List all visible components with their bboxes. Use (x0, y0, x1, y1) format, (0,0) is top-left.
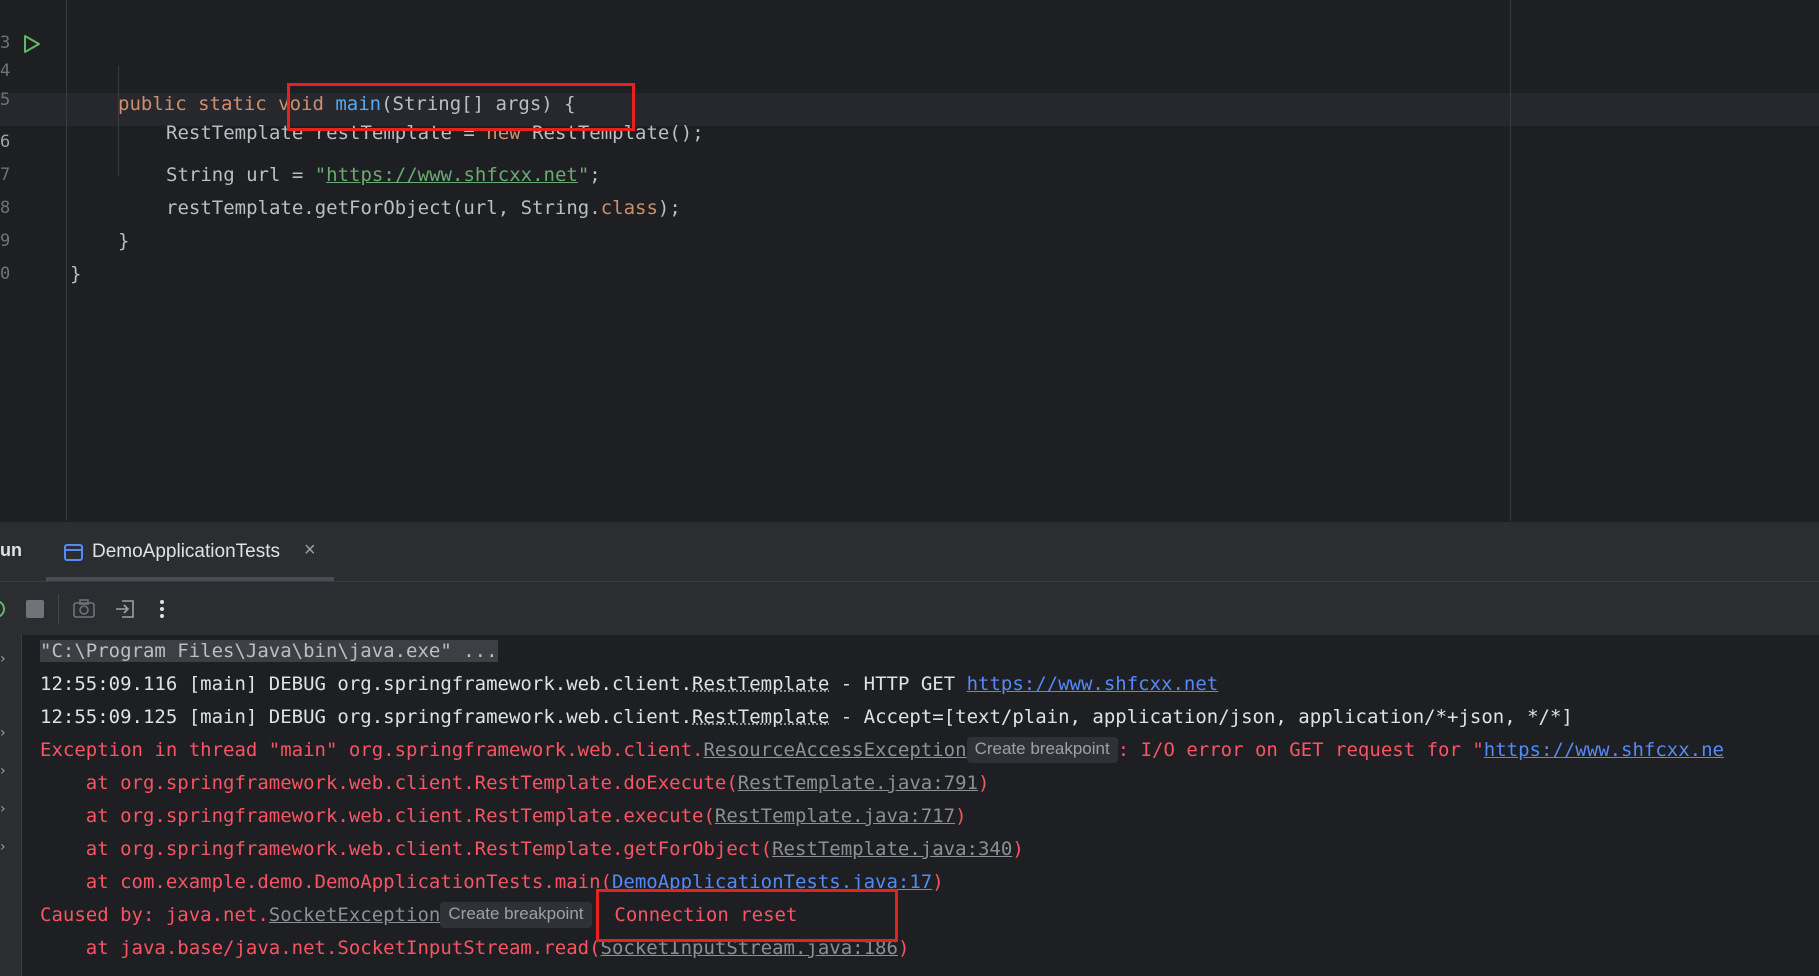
code-line: 6 String url = "https://www.shfcxx.net"; (0, 93, 1819, 186)
log-text: 12:55:09.125 [main] DEBUG org.springfram… (40, 706, 693, 728)
run-tool-window-header: un DemoApplicationTests × (0, 521, 1819, 581)
run-config-icon (64, 544, 83, 561)
stack-frame: at org.springframework.web.client.RestTe… (40, 800, 967, 833)
stack-frame: at java.base/java.net.SocketInputStream.… (40, 932, 910, 965)
code-line: 7 restTemplate.getForObject(url, String.… (0, 126, 1819, 219)
scroll-to-end-icon[interactable]: › (0, 763, 8, 779)
log-text: - HTTP GET (829, 673, 967, 695)
java-command: "C:\Program Files\Java\bin\java.exe" ... (40, 640, 498, 662)
rerun-icon[interactable] (0, 597, 8, 621)
exit-icon[interactable] (113, 597, 137, 621)
code-line: 9 } (0, 192, 1819, 285)
code-line: 5 RestTemplate restTemplate = new RestTe… (0, 51, 1819, 144)
clear-icon[interactable]: › (0, 839, 8, 855)
create-breakpoint-button[interactable]: Create breakpoint (966, 737, 1118, 763)
exception-class-link[interactable]: ResourceAccessException (703, 739, 966, 761)
error-text: ) (955, 805, 967, 827)
source-location-link[interactable]: RestTemplate.java:717 (715, 805, 955, 827)
stop-icon[interactable] (25, 597, 45, 621)
error-text: at com.example.demo.DemoApplicationTests… (40, 871, 612, 893)
error-text: at org.springframework.web.client.RestTe… (40, 838, 773, 860)
source-location-link[interactable]: DemoApplicationTests.java:17 (612, 871, 932, 893)
log-text: 12:55:09.116 [main] DEBUG org.springfram… (40, 673, 693, 695)
error-text: ) (897, 937, 910, 959)
stack-frame: at com.example.demo.DemoApplicationTests… (40, 866, 944, 899)
source-location-link[interactable]: RestTemplate.java:791 (738, 772, 978, 794)
url-link[interactable]: https://www.shfcxx.ne (1484, 739, 1724, 761)
camera-icon[interactable] (72, 597, 96, 621)
scroll-up-icon[interactable]: › (0, 651, 8, 667)
close-icon[interactable]: × (304, 539, 316, 562)
url-link[interactable]: https://www.shfcxx.net (967, 673, 1219, 695)
console-line-command: "C:\Program Files\Java\bin\java.exe" ... (40, 635, 498, 668)
error-text: at java.base/java.net.SocketInputStream.… (40, 937, 601, 959)
class-reference[interactable]: RestTemplate (692, 673, 829, 695)
tab-label: DemoApplicationTests (92, 541, 280, 562)
exception-class-link[interactable]: SocketException (269, 904, 441, 926)
console-side-toolbar: › › › › › (0, 635, 22, 976)
source-location-link[interactable]: RestTemplate.java:340 (772, 838, 1012, 860)
toolbar-separator (58, 594, 59, 624)
log-text: - Accept=[text/plain, application/json, … (829, 706, 1573, 728)
stack-frame: at org.springframework.web.client.RestTe… (40, 833, 1024, 866)
stack-frame: at org.springframework.web.client.RestTe… (40, 767, 990, 800)
class-reference[interactable]: RestTemplate (692, 706, 829, 728)
code-line: 8 } (0, 159, 1819, 252)
create-breakpoint-button[interactable]: Create breakpoint (440, 902, 592, 928)
more-options-icon[interactable] (154, 597, 170, 621)
console-line-caused-by: Caused by: java.net.SocketException Creat… (40, 899, 797, 932)
code-editor[interactable]: 3 4 public static void main(String[] arg… (0, 0, 1819, 521)
console-output[interactable]: "C:\Program Files\Java\bin\java.exe" ...… (22, 635, 1819, 976)
source-location-link[interactable]: SocketInputStream.java:186 (601, 937, 898, 959)
error-text: ) (1012, 838, 1024, 860)
soft-wrap-icon[interactable]: › (0, 725, 8, 741)
error-text: ) (932, 871, 944, 893)
error-text: Caused by: java.net. (40, 904, 269, 926)
error-text: Exception in thread "main" org.springfra… (40, 739, 704, 761)
error-text: ) (978, 772, 990, 794)
console-line-debug: 12:55:09.116 [main] DEBUG org.springfram… (40, 668, 1218, 701)
run-toolbar (0, 581, 1819, 635)
line-number: 0 (0, 264, 11, 284)
code-text: } (70, 263, 82, 285)
error-text: : I/O error on GET request for " (1117, 739, 1484, 761)
console-line-debug: 12:55:09.125 [main] DEBUG org.springfram… (40, 701, 1573, 734)
error-text: at org.springframework.web.client.RestTe… (40, 805, 715, 827)
error-text: at org.springframework.web.client.RestTe… (40, 772, 738, 794)
code-line: 0 (0, 225, 1819, 284)
print-icon[interactable]: › (0, 801, 8, 817)
console-line-exception: Exception in thread "main" org.springfra… (40, 734, 1724, 767)
run-panel-title: un (0, 540, 22, 560)
error-text: : Connection reset (591, 904, 798, 926)
tab-demo-application-tests[interactable]: DemoApplicationTests × (46, 522, 334, 582)
